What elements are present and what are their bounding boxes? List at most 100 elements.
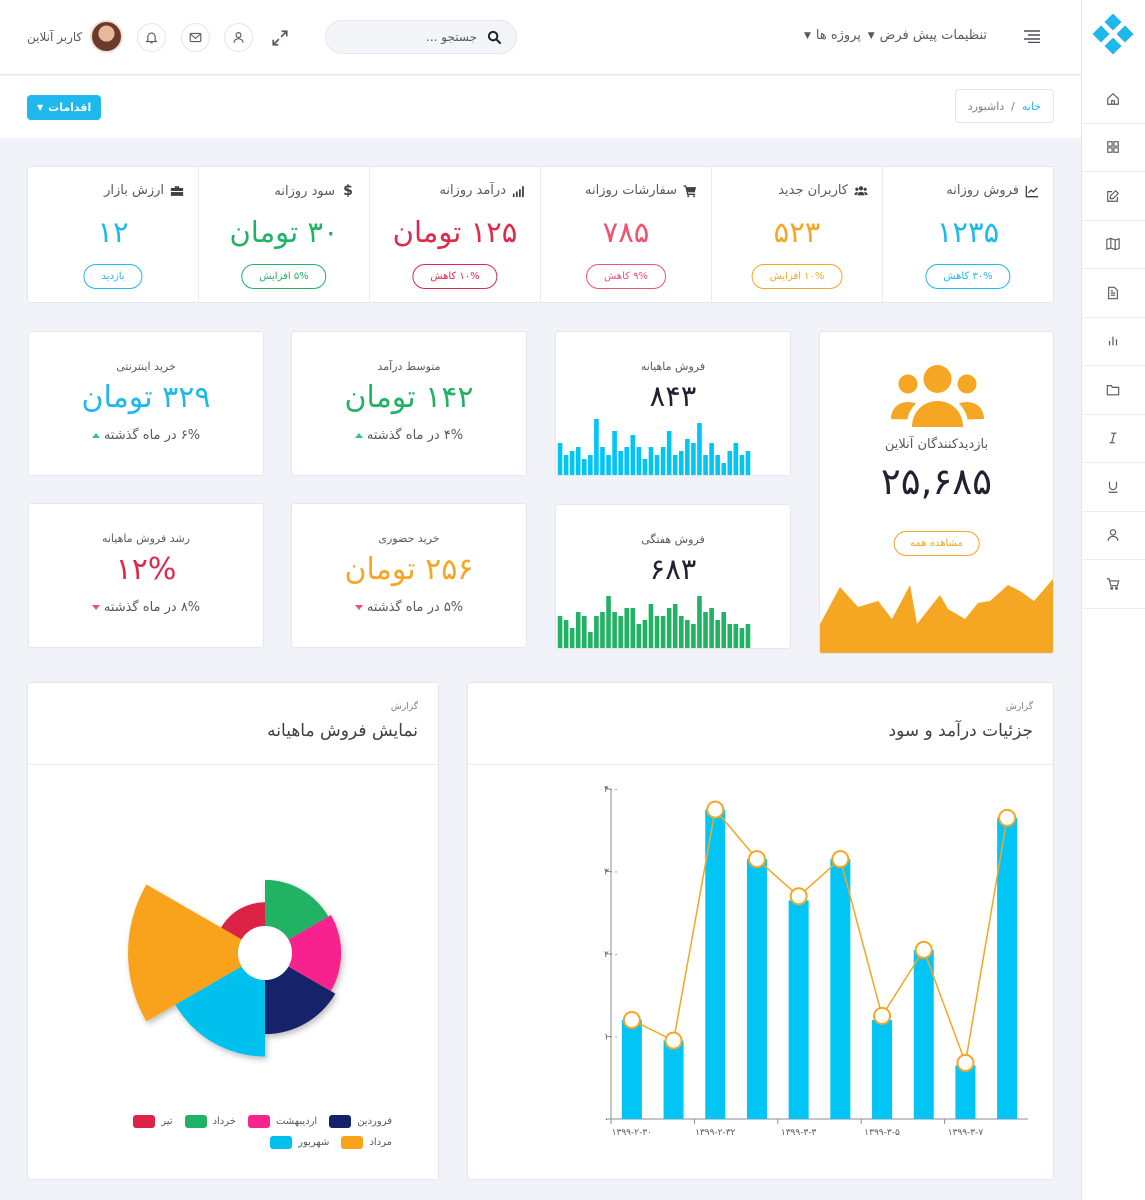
home-icon[interactable] [1081, 75, 1145, 124]
kpi-value: ۱۲% [115, 552, 177, 587]
mail-icon[interactable] [181, 23, 210, 52]
legend-label: فروردین [357, 1116, 392, 1127]
line-point [873, 1006, 892, 1025]
mini-bar [594, 419, 599, 475]
stat-value: ۳۰ تومان [229, 215, 339, 249]
actions-button[interactable]: اقدامات ▼ [27, 95, 102, 120]
mini-bar [606, 455, 611, 475]
kpi-change: ۸% در ماه گذشته [29, 600, 263, 615]
chevron-down-icon: ▼ [867, 30, 875, 41]
search-input[interactable] [347, 30, 477, 44]
mini-bar [666, 608, 672, 648]
stat-value: ۱۲۳۵ [936, 215, 1000, 249]
avatar[interactable] [90, 20, 123, 53]
mini-bar [672, 455, 678, 475]
menu-projects[interactable]: پروژه ها ▼ [804, 28, 861, 43]
stat-badge[interactable]: بازدید [83, 264, 143, 289]
edit-icon[interactable] [1081, 172, 1145, 221]
italic-icon[interactable] [1081, 415, 1145, 463]
legend-item[interactable]: مرداد [341, 1136, 392, 1149]
mini-bar [642, 620, 648, 648]
stat-badge[interactable]: ۵% افزایش [241, 264, 327, 289]
mini-bar [660, 616, 666, 648]
mini-bar [569, 451, 575, 475]
legend-item[interactable]: اردیبهشت [247, 1115, 317, 1128]
underline-icon[interactable] [1081, 463, 1145, 512]
bar [621, 1020, 642, 1119]
mini-bar [727, 624, 733, 648]
stat-badge[interactable]: ۹% کاهش [586, 264, 666, 289]
breadcrumb-separator: / [1011, 99, 1015, 113]
mini-bar [600, 612, 605, 648]
stat-badge[interactable]: ۱۰% افزایش [751, 264, 843, 289]
mini-bar [703, 612, 708, 648]
mini-bar [588, 632, 593, 648]
arrow-down-icon [354, 605, 363, 610]
stat-title: فروش روزانه [946, 183, 1019, 198]
mini-bar [745, 624, 751, 648]
line-point [914, 940, 933, 959]
stat-badge[interactable]: ۱۰% کاهش [412, 264, 498, 289]
visitors-area-chart [820, 579, 1053, 653]
mini-bar [557, 616, 563, 648]
users-icon [890, 359, 985, 429]
bar [746, 859, 767, 1119]
line-point [789, 887, 808, 906]
card-subtitle: گزارش [390, 702, 418, 712]
menu-default-settings-label: تنظیمات پیش فرض [879, 28, 987, 43]
stat-value: ۱۲۵ تومان [392, 215, 518, 249]
document-icon[interactable] [1081, 269, 1145, 318]
mini-bar [636, 624, 642, 648]
x-tick-label: ۱۳۹۹-۳-۳ [781, 1128, 817, 1138]
line-point [998, 808, 1017, 827]
y-tick-label: ۲۰۰ [604, 950, 619, 960]
logo-icon[interactable] [1093, 14, 1133, 54]
mini-bar [715, 455, 720, 475]
sidebar-nav [1081, 75, 1145, 609]
folder-icon[interactable] [1081, 366, 1145, 415]
bar-chart-icon[interactable] [1081, 318, 1145, 366]
legend-item[interactable]: فروردین [329, 1115, 392, 1128]
x-tick-label: ۱۳۹۹-۲-۳۲ [695, 1128, 735, 1138]
mini-bar [618, 451, 623, 475]
sidebar [1081, 0, 1145, 1200]
breadcrumb-home[interactable]: خانه [1022, 100, 1041, 113]
mini-bar [678, 451, 684, 475]
actions-button-label: اقدامات [48, 101, 92, 114]
map-icon[interactable] [1081, 221, 1145, 269]
weekly-sales-card: فروش هفتگی ۶۸۳ [555, 504, 791, 649]
menu-toggle-icon[interactable] [1023, 29, 1041, 43]
stat-value: ۷۸۵ [602, 215, 650, 249]
mini-bar [563, 620, 569, 648]
grid-icon[interactable] [1081, 124, 1145, 172]
legend-item[interactable]: تیر [133, 1115, 173, 1128]
chevron-down-icon: ▼ [37, 103, 44, 112]
mini-bar [697, 596, 702, 648]
mini-bar [739, 455, 745, 475]
fullscreen-icon[interactable] [265, 23, 294, 52]
legend-item[interactable]: شهریور [270, 1136, 329, 1149]
kpi-change-text: ۴% در ماه گذشته [366, 428, 464, 443]
mini-bar [703, 455, 708, 475]
menu-default-settings[interactable]: تنظیمات پیش فرض ▼ [868, 28, 987, 43]
user-icon[interactable] [1081, 512, 1145, 560]
menu-projects-label: پروژه ها [815, 28, 861, 43]
legend-item[interactable]: خرداد [184, 1115, 236, 1128]
search-icon[interactable] [487, 30, 502, 45]
bell-icon[interactable] [137, 23, 166, 52]
stat-daily-income: درآمد روزانه ۱۲۵ تومان ۱۰% کاهش [369, 167, 540, 302]
breadcrumb-current: داشبورد [967, 99, 1005, 113]
stat-badge[interactable]: ۳۰% کاهش [925, 264, 1011, 289]
cart-icon[interactable] [1081, 560, 1145, 609]
user-profile-icon[interactable] [224, 23, 253, 52]
mini-bar [581, 616, 587, 648]
kpi-value: ۳۲۹ تومان [81, 380, 211, 415]
view-all-button[interactable]: مشاهده همه [893, 531, 980, 556]
line-chart-icon [1025, 184, 1039, 198]
income-profit-chart: ۰ ۱۰۰ ۲۰۰ ۳۰۰ ۴۰۰ ۱۳۹۹-۲-۳۰ ۱۳۹۹-۲-۳۲ ۱۳۹۹-۳-۳ ۱… [604, 785, 1028, 1138]
kpi-change: ۶% در ماه گذشته [29, 428, 263, 443]
mini-bar [709, 443, 714, 475]
arrow-up-icon [91, 433, 100, 438]
signal-icon [512, 184, 526, 198]
stat-title: ارزش بازار [104, 183, 164, 198]
